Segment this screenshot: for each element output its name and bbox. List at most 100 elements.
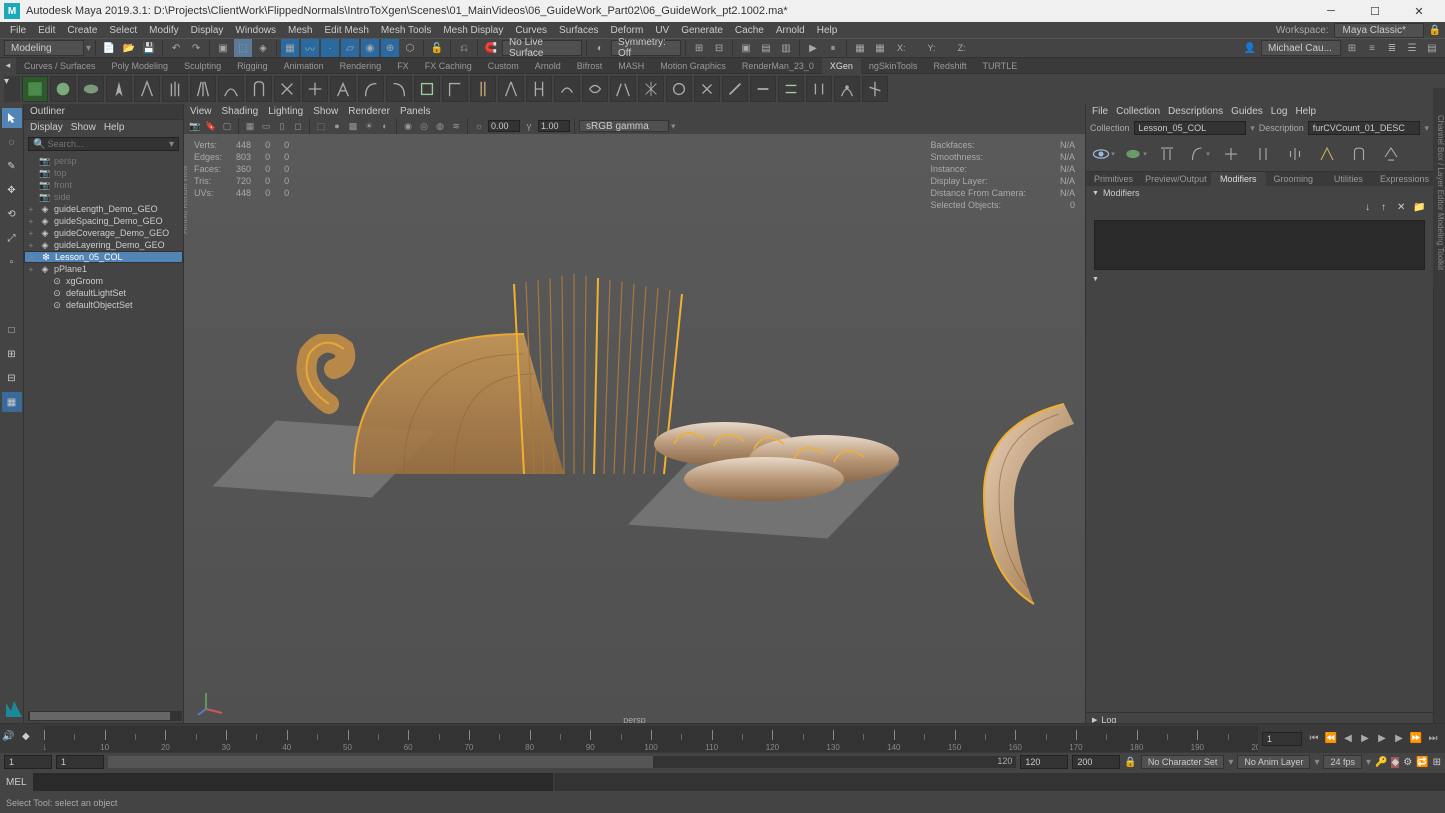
current-frame-field[interactable] — [1262, 732, 1302, 746]
range-start-field[interactable] — [4, 755, 52, 769]
vp-menu-shading[interactable]: Shading — [222, 106, 259, 116]
vp-gamma-field[interactable] — [538, 120, 570, 132]
vp-menu-panels[interactable]: Panels — [400, 106, 431, 116]
menu-display[interactable]: Display — [185, 25, 230, 36]
outliner-search-input[interactable] — [47, 139, 169, 149]
xgen-flip-icon[interactable] — [1250, 141, 1276, 167]
xgen-brush-icon[interactable]: ▾ — [1122, 141, 1148, 167]
xgen-export-icon[interactable] — [1346, 141, 1372, 167]
vp-exposure-icon[interactable]: ☼ — [472, 119, 486, 133]
command-input[interactable] — [33, 773, 553, 791]
xgen-tool-4-icon[interactable] — [190, 76, 216, 102]
xgen-tool-26-icon[interactable] — [806, 76, 832, 102]
snap-grid-icon[interactable]: ▦ — [281, 39, 299, 57]
modifiers-collapse-toggle[interactable]: ▼ — [1086, 274, 1433, 285]
menu-windows[interactable]: Windows — [229, 25, 282, 36]
shelf-tab-poly-modeling[interactable]: Poly Modeling — [104, 58, 177, 74]
xgen-tab-preview-output[interactable]: Preview/Output — [1141, 172, 1211, 186]
step-back-icon[interactable]: ◀ — [1340, 731, 1356, 747]
redo-icon[interactable]: ↷ — [187, 39, 205, 57]
xgen-tool-15-icon[interactable] — [498, 76, 524, 102]
lock-selection-icon[interactable]: 🔓 — [428, 39, 446, 57]
select-object-icon[interactable]: ⬚ — [234, 39, 252, 57]
save-scene-icon[interactable]: 💾 — [140, 39, 158, 57]
xgen-tool-19-icon[interactable] — [610, 76, 636, 102]
shelf-tab-redshift[interactable]: Redshift — [925, 58, 974, 74]
xgen-tool-12-icon[interactable] — [414, 76, 440, 102]
outliner-item-guidelength_demo_geo[interactable]: +◈guideLength_Demo_GEO — [24, 203, 183, 215]
username-field[interactable]: Michael Cau... — [1261, 40, 1341, 56]
modifiers-list[interactable] — [1094, 220, 1425, 270]
maya-home-icon[interactable] — [4, 699, 24, 719]
snap-center-icon[interactable]: ⊕ — [381, 39, 399, 57]
menuset-dropdown[interactable]: Modeling — [4, 40, 84, 56]
outliner-scrollbar[interactable] — [28, 711, 182, 721]
shelf-tab-ngskintools[interactable]: ngSkinTools — [861, 58, 926, 74]
open-scene-icon[interactable]: 📂 — [120, 39, 138, 57]
timeline-sound-icon[interactable]: 🔊 — [2, 731, 18, 747]
time-ruler[interactable]: 1102030405060708090100110120130140150160… — [44, 726, 1258, 752]
outliner-search[interactable]: 🔍 ▾ — [28, 137, 179, 151]
shelf-tab-renderman-23-0[interactable]: RenderMan_23_0 — [734, 58, 822, 74]
xgen-tool-22-icon[interactable] — [694, 76, 720, 102]
shelf-tab-xgen[interactable]: XGen — [822, 58, 861, 74]
close-button[interactable]: ✕ — [1397, 0, 1441, 22]
vp-textured-icon[interactable]: ▩ — [346, 119, 360, 133]
xgen-tool-16-icon[interactable] — [526, 76, 552, 102]
vp-menu-lighting[interactable]: Lighting — [268, 106, 303, 116]
modifier-delete-icon[interactable]: ✕ — [1397, 202, 1409, 214]
layout-two-icon[interactable]: ⊟ — [2, 368, 22, 388]
prefs-icon[interactable]: ⊞ — [1433, 757, 1441, 768]
xgen-mirror-icon[interactable] — [1282, 141, 1308, 167]
xgen-tool-28-icon[interactable] — [862, 76, 888, 102]
ipr-render-icon[interactable]: ▤ — [757, 39, 775, 57]
last-tool-icon[interactable]: ▫ — [2, 252, 22, 272]
channel-box-tab[interactable]: Channel Box / Layer Editor Modeling Tool… — [1433, 88, 1445, 288]
symmetry-icon[interactable]: ◐ — [591, 39, 609, 57]
rotate-tool-icon[interactable]: ⟲ — [2, 204, 22, 224]
scale-tool-icon[interactable]: ⤢ — [2, 228, 22, 248]
xgen-menu-log[interactable]: Log — [1271, 106, 1288, 117]
shelf-tab-curves---surfaces[interactable]: Curves / Surfaces — [16, 58, 104, 74]
vp-lights-icon[interactable]: ☀ — [362, 119, 376, 133]
menu-modify[interactable]: Modify — [143, 25, 184, 36]
maximize-button[interactable]: ☐ — [1353, 0, 1397, 22]
shelf-tab-custom[interactable]: Custom — [480, 58, 527, 74]
menu-mesh[interactable]: Mesh — [282, 25, 318, 36]
play-forward-icon[interactable]: ▶ — [1374, 731, 1390, 747]
range-slider-track[interactable]: 120 — [108, 756, 1016, 768]
vp-motion-blur-icon[interactable]: ≋ — [449, 119, 463, 133]
xgen-tool-24-icon[interactable] — [750, 76, 776, 102]
modifier-add-icon[interactable]: 📁 — [1413, 202, 1425, 214]
select-component-icon[interactable]: ◈ — [254, 39, 272, 57]
ui-element-3-icon[interactable]: ☰ — [1403, 39, 1421, 57]
modifiers-section-header[interactable]: ▼Modifiers — [1086, 186, 1433, 200]
undo-icon[interactable]: ↶ — [167, 39, 185, 57]
xgen-tool-7-icon[interactable] — [274, 76, 300, 102]
xgen-tool-10-icon[interactable] — [358, 76, 384, 102]
menu-cache[interactable]: Cache — [729, 25, 770, 36]
ui-element-2-icon[interactable]: ≣ — [1383, 39, 1401, 57]
menu-arnold[interactable]: Arnold — [770, 25, 811, 36]
outliner-item-side[interactable]: 📷side — [24, 191, 183, 203]
xgen-create-icon[interactable] — [50, 76, 76, 102]
fps-dropdown[interactable]: 24 fps — [1323, 755, 1362, 769]
xgen-menu-help[interactable]: Help — [1295, 106, 1316, 117]
live-surface-field[interactable]: No Live Surface — [502, 40, 582, 56]
vp-gamma-icon[interactable]: γ — [522, 119, 536, 133]
ui-element-4-icon[interactable]: ▤ — [1423, 39, 1441, 57]
vp-menu-show[interactable]: Show — [313, 106, 338, 116]
input-relative-icon[interactable]: ⊟ — [710, 39, 728, 57]
vp-shadows-icon[interactable]: ◐ — [378, 119, 392, 133]
outliner-menu-help[interactable]: Help — [104, 122, 125, 133]
shelf-tab-bifrost[interactable]: Bifrost — [569, 58, 611, 74]
shelf-tab-fx[interactable]: FX — [389, 58, 417, 74]
account-icon[interactable]: 👤 — [1241, 39, 1259, 57]
xgen-tool-1-icon[interactable] — [106, 76, 132, 102]
xgen-description-icon[interactable] — [78, 76, 104, 102]
loop-icon[interactable]: 🔁 — [1416, 757, 1428, 768]
shelf-tab-mash[interactable]: MASH — [610, 58, 652, 74]
xgen-tool-8-icon[interactable] — [302, 76, 328, 102]
minimize-button[interactable]: ─ — [1309, 0, 1353, 22]
timeline-key-icon[interactable]: ◆ — [22, 731, 38, 747]
